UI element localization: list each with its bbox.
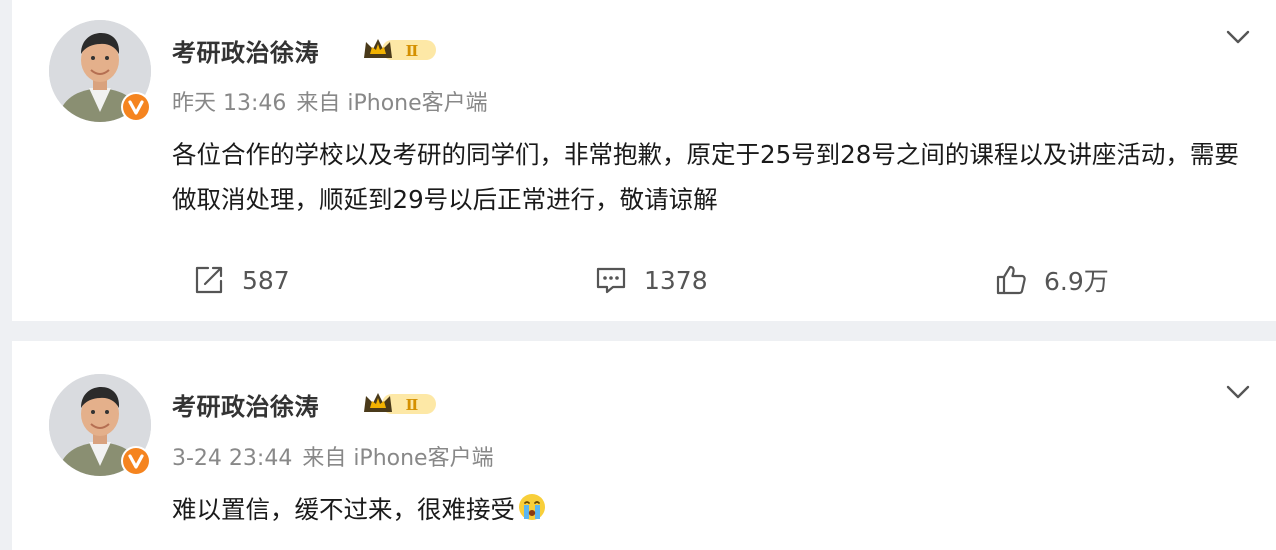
- post-meta: 3-24 23:44 来自 iPhone客户端: [172, 440, 494, 472]
- post-meta: 昨天 13:46 来自 iPhone客户端: [172, 85, 488, 117]
- weibo-post-card: 考研政治徐涛 Ⅱ 3-24 23:44 来自 iPhone客户端 难以置信，缓不过…: [12, 341, 1276, 550]
- post-text-container: 难以置信，缓不过来，很难接受: [172, 487, 1262, 532]
- post-text: 难以置信，缓不过来，很难接受: [172, 495, 515, 524]
- level-badge-text: Ⅱ: [406, 42, 419, 60]
- post-source: 来自 iPhone客户端: [296, 91, 488, 116]
- like-button[interactable]: 6.9万: [994, 262, 1109, 298]
- repost-icon: [195, 266, 223, 294]
- post-time[interactable]: 昨天 13:46: [172, 91, 286, 116]
- like-count: 6.9万: [1044, 267, 1109, 296]
- post-source: 来自 iPhone客户端: [302, 446, 494, 471]
- chevron-down-icon[interactable]: [1224, 28, 1252, 46]
- repost-count: 587: [242, 265, 290, 295]
- author-name[interactable]: 考研政治徐涛: [172, 387, 319, 422]
- verified-v-icon: [121, 446, 151, 476]
- repost-button[interactable]: 587: [192, 262, 290, 298]
- comment-icon: [596, 267, 626, 294]
- thumbs-up-icon: [996, 265, 1026, 295]
- crown-badge-icon[interactable]: Ⅱ: [362, 36, 438, 64]
- author-avatar[interactable]: [49, 20, 151, 122]
- comment-button[interactable]: 1378: [594, 262, 708, 298]
- weibo-post-card: 考研政治徐涛 Ⅱ 昨天 13:46 来自 iPhone客户端 各位合作的学校以及考…: [12, 0, 1276, 321]
- verified-v-icon: [121, 92, 151, 122]
- comment-count: 1378: [644, 265, 708, 295]
- author-avatar[interactable]: [49, 374, 151, 476]
- chevron-down-icon[interactable]: [1224, 383, 1252, 401]
- level-badge-text: Ⅱ: [406, 396, 419, 414]
- crying-face-icon: [519, 494, 545, 520]
- author-name[interactable]: 考研政治徐涛: [172, 33, 319, 68]
- crown-badge-icon[interactable]: Ⅱ: [362, 390, 438, 418]
- post-time[interactable]: 3-24 23:44: [172, 446, 292, 471]
- post-text: 各位合作的学校以及考研的同学们，非常抱歉，原定于25号到28号之间的课程以及讲座…: [172, 140, 1239, 214]
